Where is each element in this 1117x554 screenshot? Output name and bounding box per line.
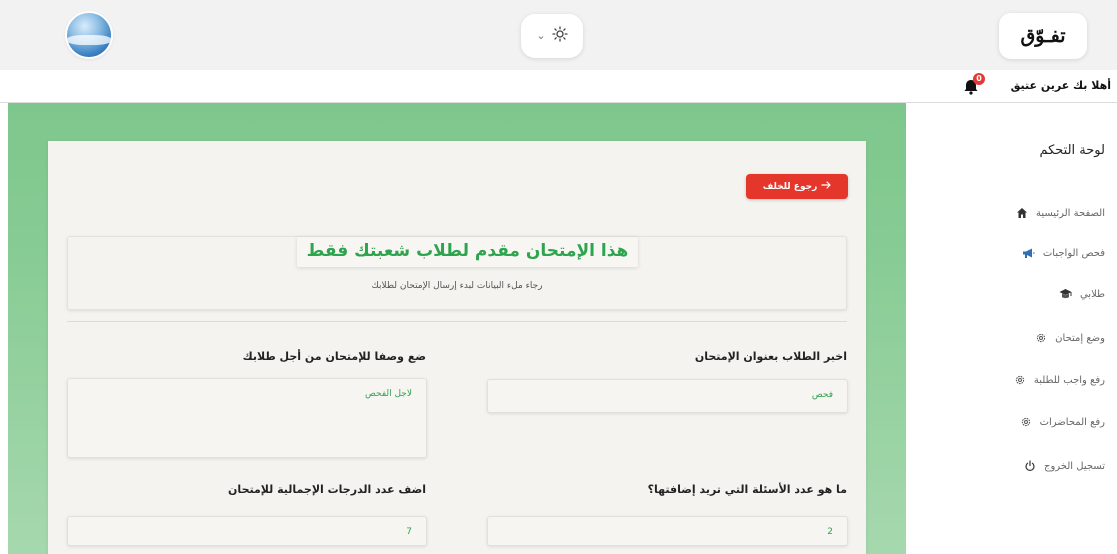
- sidebar-item-label: فحص الواجبات: [1042, 247, 1105, 259]
- exam-form-card: رجوع للخلف هذا الإمتحان مقدم لطلاب شعبتك…: [48, 141, 866, 554]
- top-bar: تفـوّق ⌄: [0, 0, 1117, 70]
- exam-title-input[interactable]: فحص: [487, 379, 848, 413]
- home-icon: [1015, 206, 1029, 220]
- questions-count-label: ما هو عدد الأسئلة التي تريد إضافتها؟: [647, 483, 847, 496]
- sun-icon: [551, 26, 568, 46]
- chevron-down-icon: ⌄: [536, 29, 546, 42]
- questions-count-input[interactable]: 2: [487, 516, 848, 546]
- arrow-right-icon: [821, 181, 831, 192]
- power-icon: [1023, 459, 1037, 473]
- sidebar-item-upload-lectures[interactable]: رفع المحاضرات: [1019, 413, 1105, 431]
- sidebar-item-label: رفع المحاضرات: [1039, 416, 1105, 428]
- notice-subtitle: رجاء ملء البيانات لبدء إرسال الإمتحان لط…: [371, 281, 543, 291]
- main-content: رجوع للخلف هذا الإمتحان مقدم لطلاب شعبتك…: [8, 103, 906, 554]
- megaphone-icon: [1022, 246, 1036, 260]
- sidebar-item-upload-homework[interactable]: رفع واجب للطلبة: [1013, 371, 1105, 389]
- notice-title: هذا الإمتحان مقدم لطلاب شعبتك فقط: [297, 237, 638, 267]
- notification-button[interactable]: 0: [961, 73, 985, 97]
- sidebar-item-label: طلابي: [1079, 288, 1105, 300]
- sidebar-item-create-exam[interactable]: وضع إمتحان: [1034, 329, 1105, 347]
- section-divider: [67, 321, 847, 322]
- greeting-text: أهلا بك عرين عتيق: [1010, 79, 1111, 92]
- app-logo[interactable]: تفـوّق: [999, 13, 1087, 59]
- notification-badge: 0: [973, 73, 985, 85]
- exam-title-label: اخبر الطلاب بعنوان الإمتحان: [694, 350, 847, 363]
- sub-header: أهلا بك عرين عتيق 0: [0, 70, 1117, 103]
- description-label: ضع وصفا للإمتحان من أجل طلابك: [242, 350, 426, 363]
- graduation-cap-icon: [1059, 287, 1073, 301]
- user-avatar[interactable]: [67, 13, 111, 57]
- sidebar-item-label: الصفحة الرئيسية: [1036, 207, 1105, 219]
- description-textarea[interactable]: لاجل الفحص: [67, 378, 427, 458]
- sidebar-title: لوحة التحكم: [1039, 143, 1105, 158]
- sidebar-item-label: تسجيل الخروج: [1043, 460, 1105, 472]
- gear-icon: [1019, 415, 1033, 429]
- back-button-label: رجوع للخلف: [762, 181, 818, 192]
- sidebar-item-home[interactable]: الصفحة الرئيسية: [1015, 204, 1105, 222]
- exam-notice-box: هذا الإمتحان مقدم لطلاب شعبتك فقط رجاء م…: [67, 236, 847, 310]
- gear-icon: [1034, 331, 1048, 345]
- sidebar-item-label: وضع إمتحان: [1055, 332, 1105, 344]
- sidebar-item-check-homework[interactable]: فحص الواجبات: [1022, 244, 1105, 262]
- back-button[interactable]: رجوع للخلف: [746, 174, 848, 199]
- gear-icon: [1013, 373, 1027, 387]
- sidebar-item-label: رفع واجب للطلبة: [1033, 374, 1105, 386]
- sidebar-item-my-students[interactable]: طلابي: [1059, 285, 1105, 303]
- sidebar-item-logout[interactable]: تسجيل الخروج: [1023, 457, 1105, 475]
- total-grade-label: اضف عدد الدرجات الإجمالية للإمتحان: [228, 483, 426, 496]
- sidebar: لوحة التحكم الصفحة الرئيسية فحص الواجبات…: [906, 103, 1117, 554]
- total-grade-input[interactable]: 7: [67, 516, 427, 546]
- theme-toggle-button[interactable]: ⌄: [521, 14, 583, 58]
